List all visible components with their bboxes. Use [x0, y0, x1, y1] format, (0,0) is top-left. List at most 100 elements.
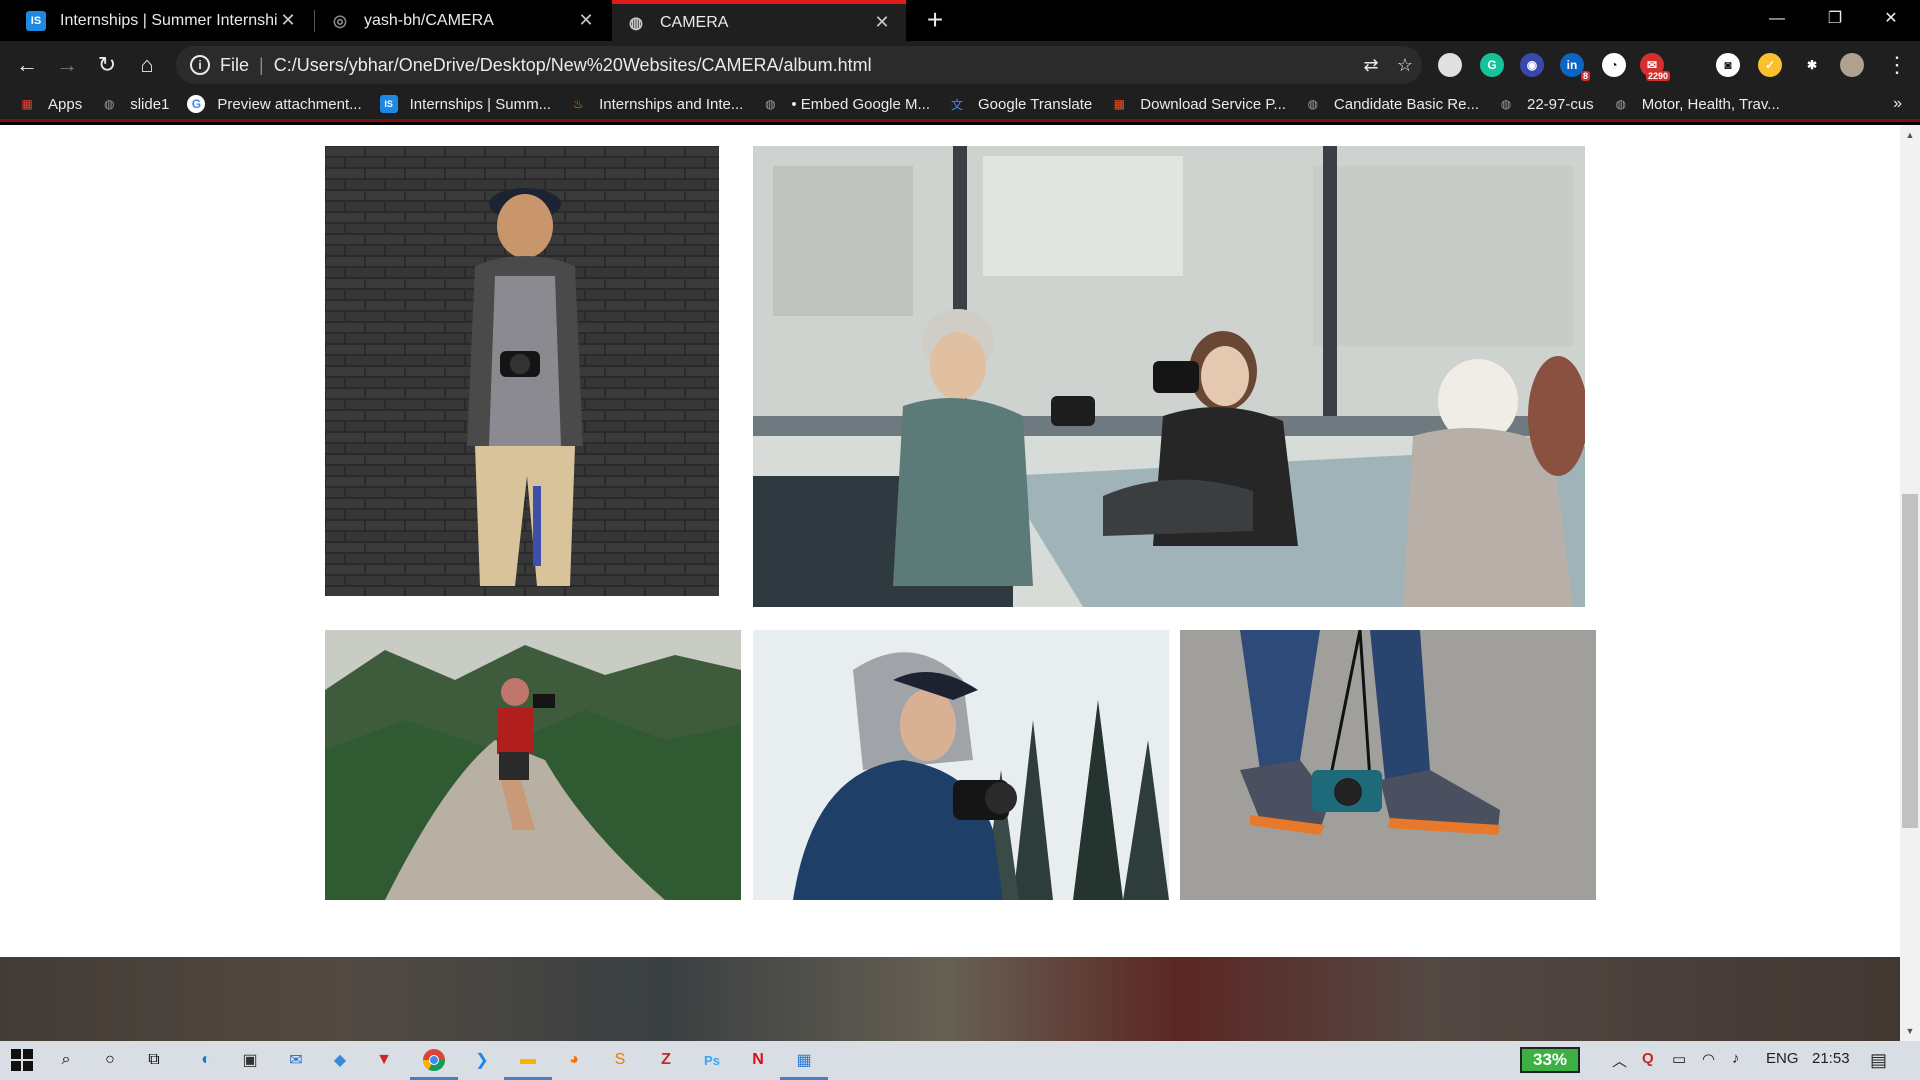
photo-man-brick-wall	[325, 146, 719, 596]
tab-github[interactable]: ◎ yash-bh/CAMERA ✕	[316, 0, 610, 41]
bookmark-label: Internships | Summ...	[409, 95, 552, 113]
bookmark-label: Google Translate	[978, 95, 1093, 113]
palette-icon[interactable]: ✓	[1758, 53, 1782, 77]
bookmark-label: Internships and Inte...	[599, 95, 744, 113]
battery-indicator[interactable]: 33%	[1520, 1047, 1580, 1073]
bookmark-label: Download Service P...	[1140, 95, 1286, 113]
show-hidden-icons[interactable]: ︿	[1612, 1050, 1627, 1071]
photo-women-cafe-cameras	[753, 146, 1585, 607]
vscode-icon[interactable]: ❯	[468, 1046, 496, 1074]
close-tab-icon[interactable]: ✕	[576, 10, 596, 31]
battery-icon[interactable]: ▭	[1672, 1050, 1686, 1068]
internshala-favicon-icon: IS	[26, 10, 46, 31]
instagram-icon[interactable]: ◙	[1716, 53, 1740, 77]
store-icon[interactable]: ▣	[236, 1046, 264, 1074]
task-view-icon[interactable]: ⧉	[140, 1046, 168, 1074]
quick-heal-icon[interactable]: Q	[1642, 1050, 1654, 1067]
bookmark-item[interactable]: ♨ Internships and Inte...	[569, 95, 744, 113]
bookmark-item[interactable]: IS Internships | Summ...	[379, 95, 552, 113]
windows-taskbar: ⌕ ○ ⧉ ◐ ▣ ✉ ◆ ▼ ❯ ▬ ◕ S Z Ps N ▦ 33% ︿ Q…	[0, 1041, 1920, 1080]
home-button[interactable]: ⌂	[130, 48, 164, 82]
bookmark-item[interactable]: G Preview attachment...	[187, 95, 362, 113]
address-bar[interactable]: i File | C:/Users/ybhar/OneDrive/Desktop…	[176, 46, 1422, 84]
url-text[interactable]: C:/Users/ybhar/OneDrive/Desktop/New%20We…	[274, 55, 1354, 76]
firefox-icon[interactable]: ◕	[560, 1046, 588, 1074]
bookmark-item[interactable]: ◍ slide1	[100, 95, 169, 113]
windows-start-icon[interactable]	[8, 1046, 36, 1074]
bookmark-label: slide1	[130, 95, 170, 113]
photo-mountain-cliff	[325, 630, 741, 900]
apps-grid-icon: ▦	[21, 97, 33, 111]
translate-page-icon[interactable]: ⇄	[1354, 55, 1388, 76]
flame-icon: ♨	[572, 97, 584, 111]
minimize-window-button[interactable]: —	[1748, 0, 1806, 38]
scroll-down-arrow-icon[interactable]: ▼	[1900, 1022, 1920, 1040]
tab-title: Internships | Summer Internship	[60, 11, 278, 29]
photoshop-icon[interactable]: Ps	[698, 1046, 726, 1074]
bookmark-item[interactable]: ◍ Motor, Health, Trav...	[1612, 95, 1780, 113]
close-tab-icon[interactable]: ✕	[872, 12, 892, 33]
forward-button[interactable]: →	[50, 48, 84, 82]
browser-toolbar: ← → ↻ ⌂ i File | C:/Users/ybhar/OneDrive…	[0, 41, 1920, 89]
bookmark-item[interactable]: ◍ Candidate Basic Re...	[1304, 95, 1479, 113]
bookmark-label: Candidate Basic Re...	[1333, 95, 1479, 113]
browser-menu-icon[interactable]: ⋮	[1880, 48, 1914, 82]
photo-sneakers-camera	[1180, 630, 1596, 900]
photos-icon[interactable]: ▦	[780, 1046, 828, 1080]
mail-counter-icon[interactable]: ✉ 2290	[1640, 53, 1670, 81]
bookmark-item[interactable]: ▦ Download Service P...	[1110, 95, 1286, 113]
chrome-taskbar-icon[interactable]	[410, 1046, 458, 1080]
globe-icon: ◍	[103, 97, 115, 111]
new-tab-button[interactable]: +	[920, 6, 950, 36]
filezilla-icon[interactable]: Z	[652, 1046, 680, 1074]
site-info-icon[interactable]: i	[190, 55, 210, 75]
bookmark-label: Preview attachment...	[217, 95, 362, 113]
app-red-icon[interactable]: ▼	[370, 1046, 398, 1074]
reload-button[interactable]: ↻	[90, 48, 124, 82]
bookmark-item[interactable]: ◍ 22-97-cus	[1497, 95, 1594, 113]
bookmark-item[interactable]: ◍ • Embed Google M...	[761, 95, 930, 113]
netflix-icon[interactable]: N	[744, 1046, 772, 1074]
sublime-icon[interactable]: S	[606, 1046, 634, 1074]
clock[interactable]: 21:53	[1812, 1050, 1850, 1067]
tab-internships[interactable]: IS Internships | Summer Internship ✕	[12, 0, 312, 41]
is-icon: IS	[379, 95, 398, 113]
edge-icon[interactable]: ◐	[192, 1046, 220, 1074]
globe-icon: ◍	[1615, 97, 1626, 111]
scrollbar-thumb[interactable]	[1902, 494, 1918, 828]
tab-title: CAMERA	[660, 13, 729, 31]
more-bookmarks-icon[interactable]: »	[1893, 95, 1902, 113]
mail-icon[interactable]: ✉	[282, 1046, 310, 1074]
bookmark-label: Apps	[48, 95, 83, 113]
file-explorer-icon[interactable]: ▬	[504, 1046, 552, 1080]
wifi-icon[interactable]: ◠	[1702, 1050, 1715, 1068]
linkedin-icon[interactable]: in 8	[1560, 53, 1590, 81]
language-indicator[interactable]: ENG	[1766, 1050, 1799, 1067]
volume-icon[interactable]: ♪	[1732, 1050, 1740, 1067]
restore-window-button[interactable]: ❐	[1806, 0, 1864, 38]
back-button[interactable]: ←	[10, 48, 44, 82]
cortana-icon[interactable]: ○	[96, 1046, 124, 1074]
grammarly-icon[interactable]: G	[1480, 53, 1504, 77]
bookmarks-bar: ▦ Apps ◍ slide1 G Preview attachment... IS Inte…	[0, 89, 1920, 122]
app-icon[interactable]: ◆	[326, 1046, 354, 1074]
scroll-up-arrow-icon[interactable]: ▲	[1900, 126, 1920, 144]
bookmark-star-icon[interactable]: ☆	[1388, 55, 1422, 76]
google-icon: G	[187, 95, 206, 113]
tab-camera-active[interactable]: ◍ CAMERA ✕	[612, 0, 906, 41]
bookmark-label: 22-97-cus	[1526, 95, 1594, 113]
close-tab-icon[interactable]: ✕	[278, 10, 298, 31]
profile-avatar[interactable]	[1840, 53, 1864, 77]
bookmark-item[interactable]: ▦ Apps	[18, 95, 82, 113]
ext-owl-icon[interactable]: ◉	[1520, 53, 1544, 77]
speed-icon[interactable]: ◔	[1602, 53, 1626, 77]
close-window-button[interactable]: ✕	[1862, 0, 1920, 38]
footer-banner-image	[0, 957, 1900, 1041]
circle-extension-icon[interactable]	[1438, 53, 1462, 77]
search-icon[interactable]: ⌕	[52, 1046, 80, 1074]
action-center-icon[interactable]: ▤	[1870, 1050, 1887, 1071]
puzzle-icon[interactable]: ✱	[1800, 53, 1824, 77]
globe-favicon-icon: ◍	[629, 14, 643, 32]
bookmark-item[interactable]: 文 Google Translate	[948, 95, 1092, 113]
bookmark-label: Motor, Health, Trav...	[1641, 95, 1780, 113]
